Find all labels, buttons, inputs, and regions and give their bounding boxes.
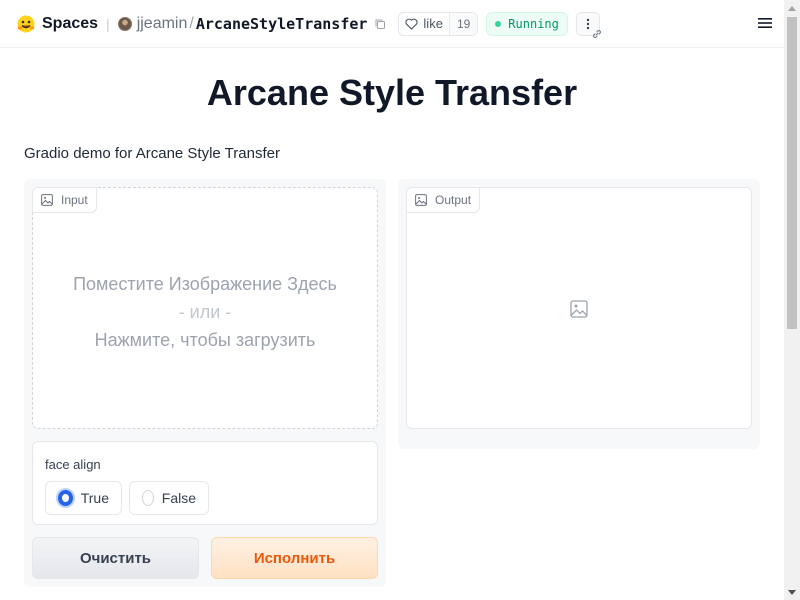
image-icon [415,194,427,206]
vertical-scrollbar[interactable] [784,0,800,600]
face-align-label: face align [45,457,101,472]
owner-avatar[interactable] [117,16,132,31]
input-label: Input [61,193,88,207]
divider: | [106,15,110,32]
path-separator: / [189,14,194,32]
more-options-button[interactable] [575,11,601,38]
status-dot-icon [495,20,502,27]
image-upload-dropzone[interactable]: Input Поместите Изображение Здесь - или … [32,187,378,429]
drop-text: Поместите Изображение Здесь [73,274,337,294]
like-count[interactable]: 19 [448,12,478,35]
scrollbar-thumb[interactable] [787,17,797,329]
radio-option-false[interactable]: False [129,481,209,515]
page-title: Arcane Style Transfer [206,72,578,113]
kebab-menu-icon [586,18,590,29]
like-toggle[interactable]: like [399,13,449,35]
radio-checked-icon[interactable] [58,490,73,506]
output-label: Output [435,193,472,207]
owner-link[interactable]: jjeamin [137,15,188,33]
radio-unchecked-icon[interactable] [142,490,154,506]
clear-button[interactable]: Очистить [32,537,199,579]
heart-icon [405,18,418,30]
scroll-up-arrow-icon[interactable] [784,0,800,16]
click-to-upload-text: Нажмите, чтобы загрузить [94,330,316,350]
repo-name-link[interactable]: ArcaneStyleTransfer [196,15,368,33]
output-image: Output [406,187,752,429]
input-label-tag: Input [32,187,97,213]
hamburger-menu-icon[interactable] [758,16,772,30]
scroll-down-arrow-icon[interactable] [784,584,800,600]
submit-button[interactable]: Исполнить [211,537,378,579]
top-navigation-bar: Spaces | jjeamin / ArcaneStyleTransfer l… [0,0,784,48]
or-text: - или - [178,302,232,322]
radio-option-label: False [161,490,196,506]
image-icon [41,194,53,206]
spaces-link[interactable]: Spaces [42,15,98,33]
upload-instructions[interactable]: Поместите Изображение Здесь - или - Нажм… [33,270,377,354]
app-description: Gradio demo for Arcane Style Transfer [24,145,280,162]
like-button[interactable]: like 19 [398,11,479,36]
status-badge: Running [486,11,568,36]
copy-icon[interactable] [374,18,386,30]
like-label: like [423,16,443,31]
huggingface-logo-icon[interactable] [16,14,36,34]
status-text: Running [508,16,559,31]
face-align-radio-group: face align True False [32,441,378,525]
link-icon [592,29,601,38]
radio-option-label: True [80,490,109,506]
image-placeholder-icon [570,300,588,318]
output-label-tag: Output [406,187,481,213]
radio-option-true[interactable]: True [45,481,122,515]
